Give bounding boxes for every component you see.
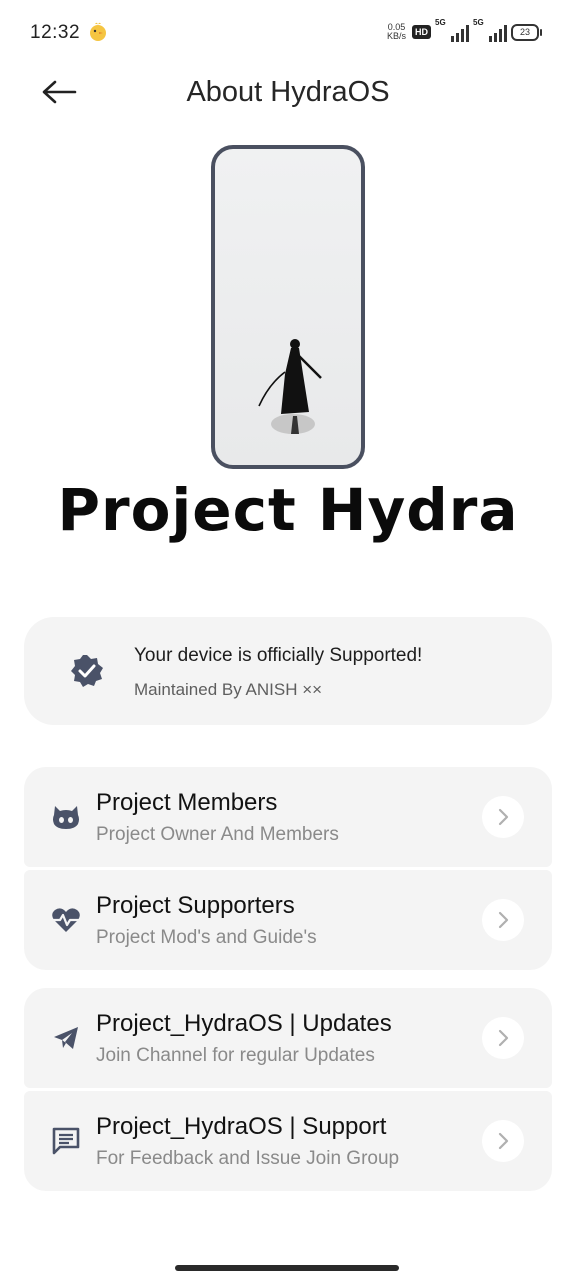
row-subtitle: For Feedback and Issue Join Group xyxy=(96,1148,400,1169)
status-indicators: 0.05 KB/s HD 5G 5G 23 xyxy=(386,18,542,42)
community-links-group: Project_HydraOS | Updates Join Channel f… xyxy=(24,988,552,1191)
chevron-right-icon xyxy=(482,1120,524,1162)
verified-badge-icon xyxy=(71,655,103,687)
row-title: Project_HydraOS | Updates xyxy=(96,1010,392,1037)
support-group-row[interactable]: Project_HydraOS | Support For Feedback a… xyxy=(24,1091,552,1191)
network-speed: 0.05 KB/s xyxy=(386,22,406,41)
chat-icon xyxy=(50,1125,82,1157)
page-title: About HydraOS xyxy=(186,76,390,108)
battery-icon: 23 xyxy=(511,23,542,41)
support-status-title: Your device is officially Supported! xyxy=(134,645,423,666)
project-supporters-row[interactable]: Project Supporters Project Mod's and Gui… xyxy=(24,870,552,970)
updates-channel-row[interactable]: Project_HydraOS | Updates Join Channel f… xyxy=(24,988,552,1088)
samurai-silhouette-icon xyxy=(258,339,322,434)
chick-icon xyxy=(90,22,106,41)
status-time: 12:32 xyxy=(30,22,81,43)
github-icon xyxy=(50,801,82,833)
heartbeat-icon xyxy=(50,904,82,936)
project-links-group: Project Members Project Owner And Member… xyxy=(24,767,552,970)
hd-voice-badge: HD xyxy=(412,25,431,39)
chevron-right-icon xyxy=(482,1017,524,1059)
row-subtitle: Join Channel for regular Updates xyxy=(96,1045,375,1066)
chevron-right-icon xyxy=(482,796,524,838)
signal-icon: 5G xyxy=(435,18,469,42)
telegram-icon xyxy=(50,1022,82,1054)
brand-logo-text: Project Hydra xyxy=(57,476,519,544)
chevron-right-icon xyxy=(482,899,524,941)
support-status-card: Your device is officially Supported! Mai… xyxy=(24,617,552,725)
project-members-row[interactable]: Project Members Project Owner And Member… xyxy=(24,767,552,867)
row-title: Project Members xyxy=(96,789,278,816)
home-indicator[interactable] xyxy=(175,1265,399,1271)
status-bar: 12:32 0.05 KB/s HD 5G 5G 23 xyxy=(0,0,576,68)
row-subtitle: Project Owner And Members xyxy=(96,824,339,845)
row-title: Project Supporters xyxy=(96,892,295,919)
maintainer-label: Maintained By ANISH ×× xyxy=(134,680,323,699)
device-illustration xyxy=(211,145,365,469)
row-title: Project_HydraOS | Support xyxy=(96,1113,387,1140)
signal-icon: 5G xyxy=(473,18,507,42)
row-subtitle: Project Mod's and Guide's xyxy=(96,927,317,948)
battery-level: 23 xyxy=(511,23,539,41)
